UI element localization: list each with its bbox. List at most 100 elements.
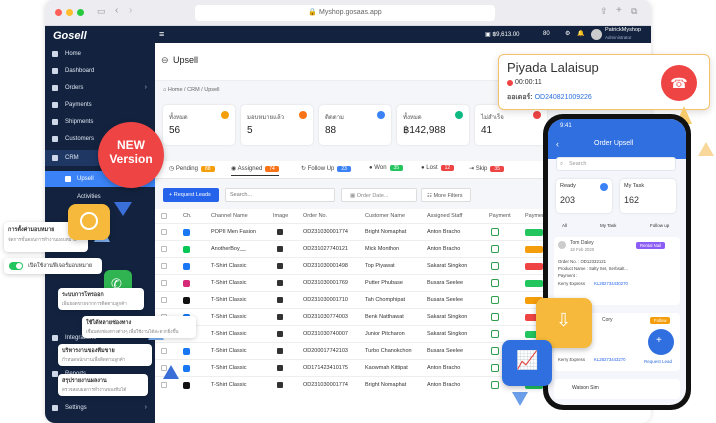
select-all-checkbox[interactable] — [161, 213, 167, 219]
channel-name: T-Shirt Classic — [211, 348, 247, 354]
report-icon — [52, 371, 58, 377]
order-date-input[interactable]: ▦ Order Date... — [341, 188, 417, 202]
search-input[interactable] — [225, 188, 335, 202]
phone-tab-all[interactable]: All — [562, 223, 567, 228]
chart-icon: 📈 — [516, 350, 539, 370]
settings-icon[interactable]: ⚙ — [565, 30, 570, 37]
notification-count[interactable]: 80 — [543, 31, 550, 37]
assigned-staff: Sakarat Singkon — [427, 263, 468, 269]
payment-icon — [491, 347, 499, 355]
row-checkbox[interactable] — [161, 297, 167, 303]
row-checkbox[interactable] — [161, 348, 167, 354]
sidebar-item-orders[interactable]: Orders › — [45, 80, 155, 96]
row-checkbox[interactable] — [161, 382, 167, 388]
sidebar-item-dashboard[interactable]: Dashboard — [45, 63, 155, 79]
arrow-up-icon — [698, 142, 714, 156]
chart-tile: 📈 — [502, 340, 552, 386]
search-icon: ⌕ — [560, 161, 564, 167]
refresh-icon: ↻ — [301, 166, 307, 172]
follow-button[interactable]: Follow — [650, 317, 671, 324]
order-no[interactable]: OD231030774003 — [303, 309, 348, 325]
chevron-right-icon: › — [144, 404, 147, 411]
sidebar-item-settings[interactable]: Settings › — [45, 400, 155, 416]
customer-name: Bright Nomaphat — [365, 229, 407, 235]
phone-tab-follow-up[interactable]: Follow up — [650, 223, 669, 228]
avatar[interactable] — [591, 29, 602, 40]
order-no[interactable]: OD231030001769 — [303, 275, 348, 291]
order-no[interactable]: OD231030001774 — [303, 224, 348, 240]
phone-search-input[interactable]: ⌕ Search — [556, 157, 676, 171]
tab-lost[interactable]: ● Lost 12 — [421, 165, 455, 171]
crm-icon — [52, 155, 58, 161]
channel-name: POPII Men Fasion — [211, 229, 256, 235]
back-arrow-icon[interactable]: ⊖ — [161, 55, 169, 66]
user-role: Administrator — [605, 35, 632, 40]
phone-tab-my-task[interactable]: My Task — [600, 223, 616, 228]
gear-icon — [52, 405, 58, 411]
ready-card[interactable]: Ready 203 — [556, 179, 612, 213]
forward-icon[interactable]: › — [129, 5, 132, 16]
my-task-card[interactable]: My Task 162 — [620, 179, 676, 213]
maximize-dot[interactable] — [77, 9, 84, 16]
order-no[interactable]: OD200017742103 — [303, 343, 348, 359]
more-filters-button[interactable]: ☷ More Filters — [421, 188, 471, 202]
order-no[interactable]: OD231030740007 — [303, 326, 348, 342]
stat-card-total: ทั้งหมด 56 — [163, 105, 235, 145]
bell-icon[interactable]: 🔔 — [577, 30, 584, 37]
order-no[interactable]: OD171423410175 — [303, 360, 348, 376]
phone-lead-item[interactable]: Watson Sim — [554, 379, 680, 399]
phone-header: 9:41 ‹ Order Upsell — [548, 119, 686, 159]
sidebar-item-home[interactable]: Home — [45, 46, 155, 62]
new-tab-icon[interactable]: + — [616, 5, 622, 16]
home-icon: ⌂ — [163, 87, 167, 93]
assigned-staff: Anton Bracho — [427, 246, 461, 252]
order-no[interactable]: OD231030001774 — [303, 377, 348, 393]
menu-icon[interactable]: ≡ — [159, 29, 164, 39]
order-no[interactable]: OD231027740121 — [303, 241, 348, 257]
row-checkbox[interactable] — [161, 246, 167, 252]
address-bar[interactable]: 🔒 Myshop.gosaas.app — [195, 5, 495, 21]
channel-name: T-Shirt Classic — [211, 280, 247, 286]
order-no[interactable]: OD231030001498 — [303, 258, 348, 274]
phone-mockup: 9:41 ‹ Order Upsell ⌕ Search Ready 203 My… — [543, 114, 691, 410]
hang-up-button[interactable]: ☎ — [661, 65, 697, 101]
back-icon[interactable]: ‹ — [115, 5, 118, 16]
rental-button[interactable]: Rental Nail — [636, 242, 666, 249]
assigned-staff: Sakarat Singkon — [427, 331, 468, 337]
phone-icon — [65, 176, 71, 182]
row-checkbox[interactable] — [161, 229, 167, 235]
order-no[interactable]: OD231030001710 — [303, 292, 348, 308]
tab-assigned[interactable]: ◉ Assigned 74 — [231, 165, 279, 176]
share-icon[interactable]: ⇪ — [600, 6, 608, 17]
request-leads-button[interactable]: + Request Leads — [163, 188, 219, 202]
wallet-balance[interactable]: ▣ ฿9,613.00 — [485, 31, 520, 38]
payment-icon — [491, 279, 499, 287]
product-image — [277, 348, 283, 354]
customer-name: Kaowmah Kittipat — [365, 365, 408, 371]
check-icon: ● — [369, 165, 373, 171]
minimize-dot[interactable] — [66, 9, 73, 16]
assign-toggle[interactable] — [9, 262, 23, 270]
tab-skip[interactable]: ⇥ Skip 35 — [469, 165, 504, 172]
row-checkbox[interactable] — [161, 263, 167, 269]
channel-name: T-Shirt Classic — [211, 297, 247, 303]
col-channel-name: Channel Name — [211, 213, 248, 219]
phone-lead-item[interactable]: Tom Daley 18 Feb 2020 Rental Nail Order … — [554, 237, 680, 305]
sidebar-item-payments[interactable]: Payments — [45, 97, 155, 113]
row-checkbox[interactable] — [161, 280, 167, 286]
stat-card-follow: ติดตาม 88 — [319, 105, 391, 145]
tab-pending[interactable]: ◷ Pending 88 — [169, 165, 215, 172]
payment-icon — [491, 330, 499, 338]
ready-icon — [600, 183, 608, 191]
user-name[interactable]: PatrickMyshop — [605, 27, 641, 33]
tab-follow-up[interactable]: ↻ Follow Up 23 — [301, 165, 351, 172]
sidebar-toggle-icon[interactable]: ▭ — [97, 6, 106, 17]
sidebar-item-activities[interactable]: Activities — [45, 189, 155, 205]
back-icon[interactable]: ‹ — [556, 139, 559, 149]
request-lead-fab[interactable]: + — [648, 329, 674, 355]
clock-icon: ◷ — [169, 166, 175, 172]
team-popup: บริหารงานของทีมขาย กำหนดพนักงานเพื่อติดต… — [58, 344, 152, 366]
tabs-icon[interactable]: ⧉ — [631, 6, 637, 17]
close-dot[interactable] — [55, 9, 62, 16]
tab-won[interactable]: ● Won 35 — [369, 165, 404, 171]
